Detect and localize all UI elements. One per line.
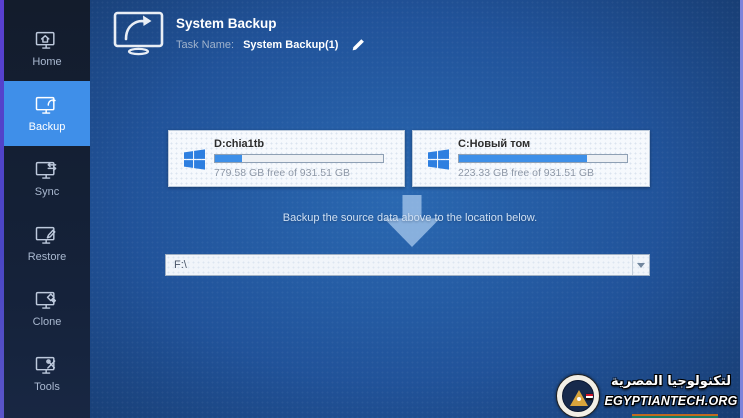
- home-monitor-icon: [35, 31, 55, 49]
- backup-monitor-icon: [35, 96, 56, 114]
- page-title: System Backup: [176, 16, 277, 31]
- sync-monitor-icon: [35, 161, 57, 179]
- drive-name: D:chia1tb: [214, 138, 265, 150]
- sidebar-item-home[interactable]: Home: [4, 16, 90, 81]
- chevron-down-icon: [637, 262, 645, 268]
- source-drive-card-c[interactable]: C:Новый том 223.33 GB free of 931.51 GB: [412, 130, 650, 187]
- destination-dropdown-button[interactable]: [632, 255, 649, 275]
- windows-logo-icon: [184, 149, 205, 170]
- sidebar-item-label: Backup: [28, 120, 66, 133]
- edit-task-name-button[interactable]: [352, 38, 365, 51]
- sidebar-item-sync[interactable]: Sync: [4, 146, 90, 211]
- restore-monitor-icon: [35, 226, 56, 244]
- tools-monitor-icon: [35, 356, 56, 374]
- sidebar-item-tools[interactable]: Tools: [4, 341, 90, 406]
- drive-usage-fill: [215, 155, 242, 162]
- drive-free-space: 779.58 GB free of 931.51 GB: [214, 167, 351, 179]
- clone-monitor-icon: [35, 291, 57, 309]
- sidebar: Home Backup Sync Restore Clone Tools: [4, 0, 90, 418]
- drive-usage-fill: [459, 155, 587, 162]
- window-left-border: [0, 0, 4, 418]
- sidebar-item-backup[interactable]: Backup: [4, 81, 90, 146]
- windows-logo-icon: [428, 149, 449, 170]
- watermark-arabic-text: لتكنولوجيا المصرية: [610, 374, 732, 389]
- task-name-label: Task Name:: [176, 38, 235, 51]
- task-name-row: Task Name: System Backup(1): [176, 38, 365, 51]
- watermark-banner: [632, 414, 718, 418]
- pencil-icon: [353, 39, 365, 51]
- task-name-value: System Backup(1): [243, 38, 339, 51]
- source-drive-card-d[interactable]: D:chia1tb 779.58 GB free of 931.51 GB: [168, 130, 405, 187]
- egyptiantech-logo-icon: [556, 374, 600, 418]
- drive-name: C:Новый том: [458, 138, 531, 150]
- drive-free-space: 223.33 GB free of 931.51 GB: [458, 167, 595, 179]
- watermark-site-text: EGYPTIANTECH.ORG: [604, 394, 738, 408]
- sidebar-item-restore[interactable]: Restore: [4, 211, 90, 276]
- main-panel: System Backup Task Name: System Backup(1…: [90, 0, 740, 418]
- system-backup-monitor-icon: [112, 10, 166, 61]
- sidebar-item-clone[interactable]: Clone: [4, 276, 90, 341]
- backup-hint-text: Backup the source data above to the loca…: [282, 212, 538, 224]
- drive-usage-bar: [458, 154, 628, 163]
- watermark: لتكنولوجيا المصرية EGYPTIANTECH.ORG: [552, 368, 742, 418]
- sidebar-item-label: Tools: [34, 380, 60, 393]
- sidebar-item-label: Clone: [32, 315, 62, 328]
- sidebar-item-label: Sync: [34, 185, 60, 198]
- destination-dropdown[interactable]: F:\: [165, 254, 650, 276]
- sidebar-item-label: Restore: [27, 250, 67, 263]
- drive-usage-bar: [214, 154, 384, 163]
- sidebar-item-label: Home: [32, 55, 62, 68]
- destination-value: F:\: [174, 259, 187, 271]
